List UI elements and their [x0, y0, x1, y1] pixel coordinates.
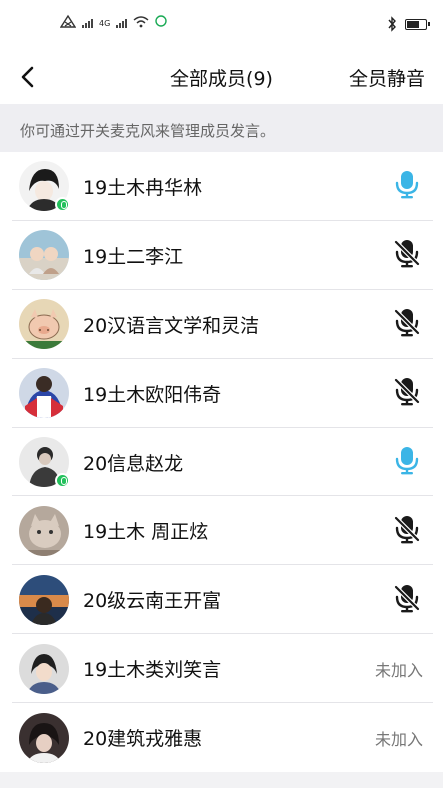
avatar	[19, 230, 69, 281]
mute-all-button[interactable]: 全员静音	[349, 64, 425, 91]
avatar	[19, 643, 69, 694]
bottom-strip	[0, 772, 443, 788]
member-list: 19土木冉华林 19土二李江 20汉语言文学和灵洁 19土木欧阳伟奇 20信息赵龙 19土…	[0, 152, 443, 772]
avatar-image	[19, 574, 69, 625]
avatar	[19, 437, 70, 488]
mic-toggle-button-off[interactable]	[385, 233, 429, 277]
signal-off-icon	[60, 14, 76, 28]
member-name: 20建筑戎雅惠	[83, 728, 203, 751]
avatar-image	[19, 368, 69, 419]
not-joined-status: 未加入	[374, 660, 423, 680]
microphone-muted-icon	[393, 583, 421, 617]
mic-toggle-button-on[interactable]	[385, 440, 429, 484]
status-bar: 4G	[0, 0, 443, 50]
member-row[interactable]: 19土木 周正炫	[0, 496, 443, 566]
mic-toggle-button-off[interactable]	[385, 578, 429, 622]
member-row[interactable]: 19土木欧阳伟奇	[0, 359, 443, 428]
speaking-badge-icon	[55, 473, 70, 488]
avatar-image	[19, 505, 69, 556]
status-icons-right	[387, 16, 430, 32]
member-row[interactable]: 19土木类刘笑言 未加入	[0, 634, 443, 704]
signal-strength-icon-2	[116, 19, 128, 28]
mic-toggle-button-on[interactable]	[385, 164, 429, 208]
member-name: 20汉语言文学和灵洁	[83, 314, 260, 337]
member-name: 20级云南王开富	[83, 590, 222, 613]
top-bar: 全部成员(9) 全员静音	[0, 50, 443, 104]
battery-icon	[405, 18, 430, 30]
bluetooth-icon	[388, 16, 396, 32]
member-name: 19土二李江	[83, 245, 184, 268]
status-icons-left: 4G	[60, 14, 167, 28]
hint-text: 你可通过开关麦克风来管理成员发言。	[20, 122, 276, 140]
signal-strength-icon	[82, 19, 93, 28]
member-row[interactable]: 20信息赵龙	[0, 428, 443, 497]
microphone-muted-icon	[393, 307, 421, 341]
avatar	[19, 299, 69, 350]
wifi-icon	[133, 16, 149, 28]
member-row[interactable]: 19土二李江	[0, 221, 443, 290]
member-name: 19土木欧阳伟奇	[83, 383, 222, 406]
back-button[interactable]	[10, 60, 44, 94]
avatar	[19, 505, 69, 556]
member-row[interactable]: 19土木冉华林	[0, 152, 443, 221]
speaking-badge-icon	[55, 197, 70, 213]
avatar-image	[19, 712, 69, 763]
avatar	[19, 368, 69, 419]
member-name: 19土木类刘笑言	[83, 659, 222, 682]
avatar	[19, 712, 69, 763]
microphone-muted-icon	[393, 238, 421, 272]
member-name: 19土木 周正炫	[83, 521, 209, 544]
member-name: 20信息赵龙	[83, 452, 184, 475]
avatar	[19, 574, 69, 625]
mic-toggle-button-off[interactable]	[385, 371, 429, 415]
member-row[interactable]: 20汉语言文学和灵洁	[0, 290, 443, 359]
chevron-left-icon	[21, 66, 34, 88]
hint-bar: 你可通过开关麦克风来管理成员发言。	[0, 104, 443, 152]
avatar-image	[19, 643, 69, 694]
not-joined-status: 未加入	[374, 729, 423, 749]
member-row[interactable]: 20建筑戎雅惠 未加入	[0, 703, 443, 772]
microphone-muted-icon	[393, 514, 421, 548]
network-type: 4G	[99, 19, 111, 28]
microphone-icon	[394, 169, 420, 203]
member-row[interactable]: 20级云南王开富	[0, 565, 443, 635]
microphone-icon	[394, 445, 420, 479]
member-name: 19土木冉华林	[83, 176, 203, 199]
mic-toggle-button-off[interactable]	[385, 302, 429, 346]
avatar-image	[19, 230, 69, 281]
microphone-muted-icon	[393, 376, 421, 410]
avatar	[19, 161, 70, 213]
avatar-image	[19, 299, 69, 350]
notification-icon	[155, 15, 167, 27]
mic-toggle-button-off[interactable]	[385, 509, 429, 553]
